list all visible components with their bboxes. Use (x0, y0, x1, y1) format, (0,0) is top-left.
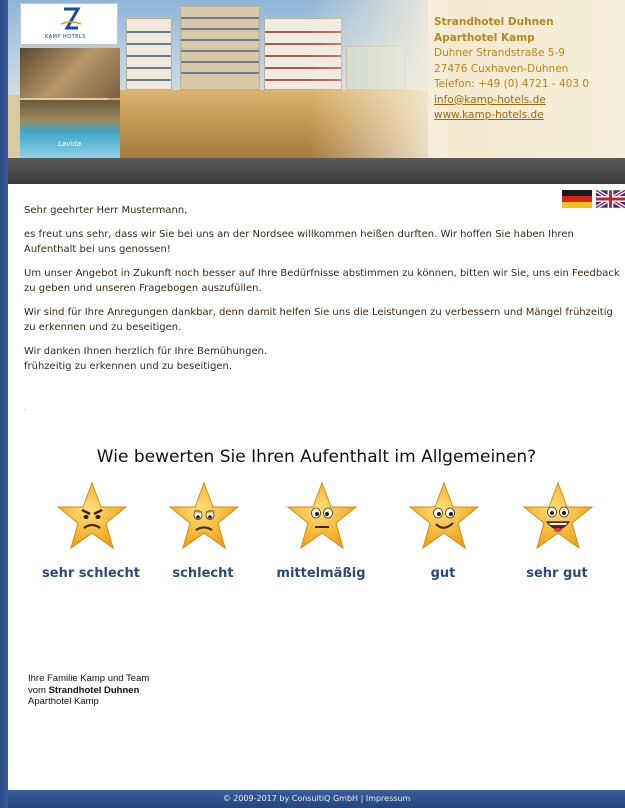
rating-label: sehr gut (526, 566, 588, 581)
kamp-hotels-logo[interactable]: KAMP HOTELS (20, 3, 118, 45)
signature-line-3: Aparthotel Kamp (28, 696, 99, 707)
rating-average[interactable]: mittelmäßig (266, 480, 376, 590)
rating-label: sehr schlecht (42, 566, 140, 581)
neutral-star-icon (286, 481, 358, 550)
letter-repeat-line: frühzeitig zu erkennen und zu beseitigen… (24, 361, 232, 372)
angry-star-icon (56, 481, 128, 550)
window-frame (0, 0, 8, 808)
footer: © 2009-2017 by ConsultiQ GmbH | Impressu… (8, 790, 625, 808)
laughing-star-icon (522, 481, 594, 550)
header-banner: Lavida KAMP HOTELS Strandhotel Duhnen Ap… (8, 0, 625, 158)
hotel-name-1: Strandhotel Duhnen (434, 16, 554, 28)
kamp-logo-icon (61, 7, 81, 30)
survey-question: Wie bewerten Sie Ihren Aufenthalt im All… (96, 447, 537, 467)
hotel-contact-block: Strandhotel Duhnen Aparthotel Kamp Duhne… (434, 15, 624, 124)
hotel-street: Duhner Strandstraße 5-9 (434, 47, 565, 59)
welcome-letter: Sehr geehrter Herr Mustermann, es freut … (24, 203, 620, 383)
trailing-dot: . (24, 405, 26, 412)
hotel-name-2: Aparthotel Kamp (434, 31, 535, 44)
signature-block: Ihre Familie Kamp und Team vom Strandhot… (28, 673, 278, 708)
sad-star-icon (168, 481, 240, 550)
interior-photo (20, 48, 120, 98)
letter-greeting: Sehr geehrter Herr Mustermann, (24, 205, 188, 216)
letter-thanks: Wir danken Ihnen herzlich für Ihre Bemüh… (24, 346, 268, 357)
rating-label: gut (430, 566, 456, 581)
hotel-building-main (180, 6, 260, 90)
hotel-phone: Telefon: +49 (0) 4721 - 403 0 (434, 78, 590, 90)
rating-options: sehr schlecht schlecht mittelmäßig gut s… (8, 480, 625, 590)
hotel-building-left (126, 18, 172, 90)
letter-paragraph-3: Wir sind für Ihre Anregungen dankbar, de… (24, 307, 613, 333)
hotel-city: 27476 Cuxhaven-Duhnen (434, 62, 569, 75)
letter-paragraph-1: es freut uns sehr, dass wir Sie bei uns … (24, 229, 574, 255)
rating-very-bad[interactable]: sehr schlecht (36, 480, 146, 590)
header-divider-bar (8, 158, 625, 184)
impressum-link[interactable]: Impressum (366, 794, 410, 803)
copyright-text: © 2009-2017 by ConsultiQ GmbH (222, 794, 359, 803)
pool-photo (20, 100, 120, 158)
logo-text: KAMP HOTELS (45, 34, 86, 40)
smiling-star-icon (408, 481, 480, 550)
signature-hotel-name: Strandhotel Duhnen (48, 684, 140, 696)
footer-separator: | (358, 794, 366, 803)
email-link[interactable]: info@kamp-hotels.de (434, 94, 546, 106)
letter-paragraph-4: Wir danken Ihnen herzlich für Ihre Bemüh… (24, 344, 620, 374)
signature-line-2: vom Strandhotel Duhnen (28, 685, 278, 697)
website-link[interactable]: www.kamp-hotels.de (434, 109, 544, 121)
signature-line-1: Ihre Familie Kamp und Team (28, 673, 150, 684)
signature-prefix: vom (28, 684, 49, 696)
rating-label: schlecht (172, 566, 234, 581)
rating-bad[interactable]: schlecht (148, 480, 258, 590)
letter-paragraph-2: Um unser Angebot in Zukunft noch besser … (24, 268, 620, 294)
pool-caption: Lavida (58, 140, 82, 148)
page: Lavida KAMP HOTELS Strandhotel Duhnen Ap… (8, 0, 625, 808)
rating-good[interactable]: gut (388, 480, 498, 590)
rating-very-good[interactable]: sehr gut (502, 480, 612, 590)
banner-fade (308, 0, 448, 158)
rating-label: mittelmäßig (276, 566, 366, 581)
